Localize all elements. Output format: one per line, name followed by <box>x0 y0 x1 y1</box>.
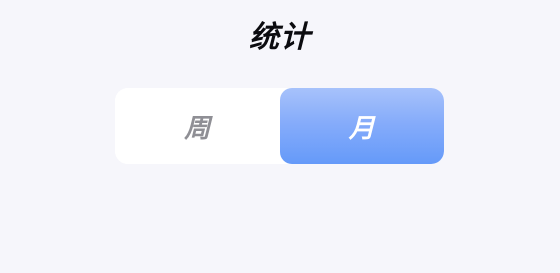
tab-week[interactable]: 周 <box>115 88 280 164</box>
page-title: 统计 <box>249 20 311 55</box>
period-toggle: 周 月 <box>115 88 444 164</box>
tab-month[interactable]: 月 <box>279 88 444 164</box>
